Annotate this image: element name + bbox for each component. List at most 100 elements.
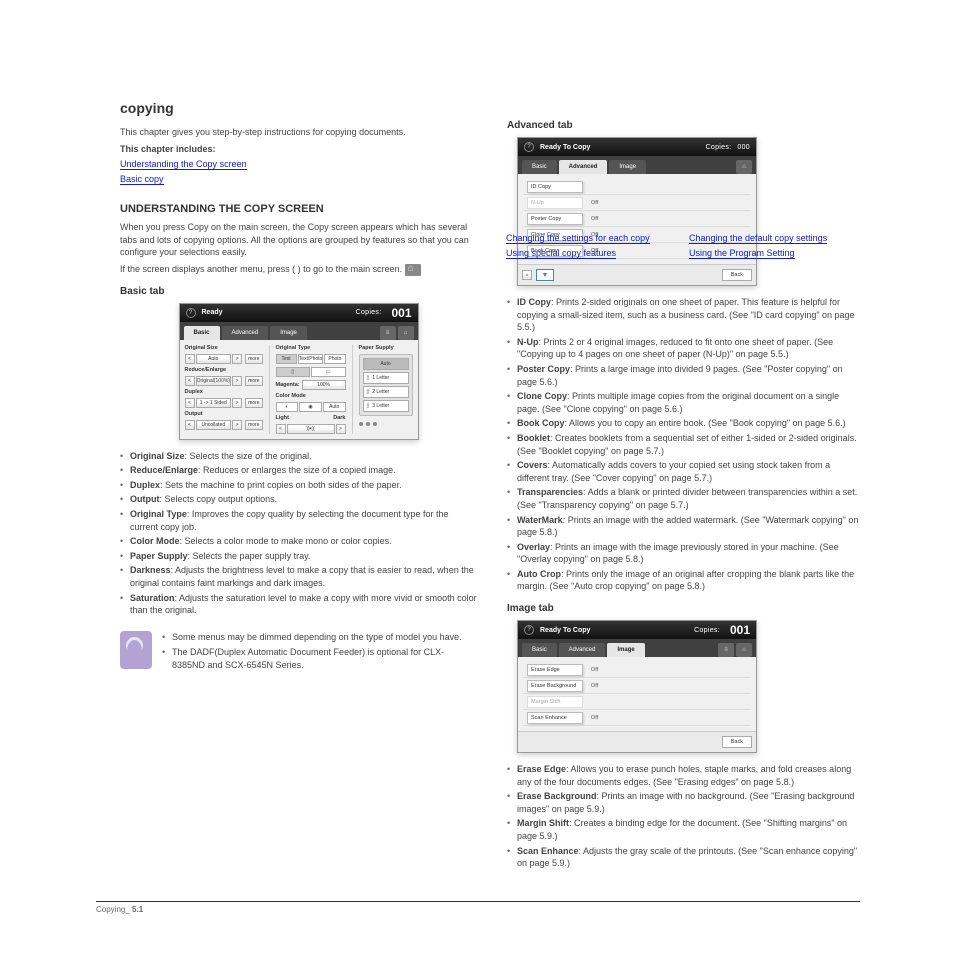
chevron-right-icon[interactable]: > (232, 354, 242, 364)
copies-value: 000 (737, 144, 750, 151)
body-text: If the screen displays another menu, pre… (120, 263, 477, 276)
row-value: Off (587, 216, 598, 222)
row-erase-bg[interactable]: Erase Background (527, 680, 583, 692)
toc-link[interactable]: Using special copy features (506, 248, 616, 259)
label: Original Type (276, 345, 346, 351)
tab-image[interactable]: Image (270, 326, 307, 340)
tab-basic[interactable]: Basic (522, 160, 557, 174)
tab-advanced[interactable]: Advanced (559, 643, 606, 657)
more-button[interactable]: more (245, 398, 262, 408)
toc-link[interactable]: Changing the default copy settings (689, 233, 827, 244)
original-size-value[interactable]: Auto (196, 354, 232, 364)
advanced-tab-panel: ? Ready To Copy Copies: 000 Basic Advanc… (517, 137, 757, 286)
toc-link[interactable]: Changing the settings for each copy (506, 233, 650, 244)
orientation-landscape-icon[interactable]: ▭ (311, 367, 346, 377)
copies-value: 001 (730, 623, 750, 637)
footer-page: 5.1 (132, 905, 143, 914)
seg-photo[interactable]: Photo (324, 354, 345, 364)
paper-tray[interactable]: ▯1 Letter (363, 372, 409, 384)
copies-label: Copies: (694, 627, 720, 634)
label: Color Mode (276, 393, 346, 399)
chevron-right-icon[interactable]: > (232, 376, 242, 386)
tab-image[interactable]: Image (607, 643, 644, 657)
color-auto[interactable]: Auto (323, 402, 346, 412)
color-mono-icon[interactable]: ◐ (276, 402, 299, 412)
more-button[interactable]: more (245, 376, 262, 386)
copies-value: 001 (391, 306, 411, 320)
label: Duplex (185, 389, 263, 395)
chevron-down-icon[interactable]: ▼ (536, 269, 554, 281)
toc-link[interactable]: Understanding the Copy screen (120, 159, 247, 170)
row-id-copy[interactable]: ID Copy (527, 181, 583, 193)
help-icon[interactable]: ? (186, 308, 196, 318)
color-color-icon[interactable]: ◉ (299, 402, 322, 412)
chevron-left-icon[interactable]: < (276, 424, 286, 434)
magenta-value[interactable]: 100% (302, 380, 346, 390)
home-icon[interactable]: ⌂ (398, 326, 414, 340)
label: Paper Supply (359, 345, 413, 351)
tab-advanced[interactable]: Advanced (559, 160, 608, 174)
output-value[interactable]: Uncollated (196, 420, 232, 430)
label: Original Size (185, 345, 263, 351)
back-button[interactable]: Back (722, 269, 752, 281)
copies-label: Copies: (706, 144, 732, 151)
row-poster[interactable]: Poster Copy (527, 213, 583, 225)
row-value: Off (587, 683, 598, 689)
paper-tray[interactable]: ▯2 Letter (363, 386, 409, 398)
darkness-slider[interactable]: ))•(( (287, 424, 335, 434)
toc-link[interactable]: Basic copy (120, 174, 164, 185)
darkness-light-label: Light (276, 415, 289, 421)
help-icon[interactable]: ? (524, 625, 534, 635)
seg-textphoto[interactable]: Text/Photo (298, 354, 324, 364)
label: Output (185, 411, 263, 417)
chevron-right-icon[interactable]: > (336, 424, 346, 434)
chevron-right-icon[interactable]: > (232, 420, 242, 430)
seg-text[interactable]: Text (276, 354, 297, 364)
more-button[interactable]: more (245, 420, 262, 430)
row-value: Off (587, 200, 598, 206)
chapter-includes-label: This chapter includes: (120, 143, 477, 156)
chevron-up-icon: ▲ (522, 270, 532, 280)
row-scan-enhance[interactable]: Scan Enhance (527, 712, 583, 724)
help-icon[interactable]: ? (524, 142, 534, 152)
settings-icon[interactable]: ≡ (718, 643, 734, 657)
advanced-tab-items: ID Copy: Prints 2-sided originals on one… (507, 296, 864, 593)
tab-basic[interactable]: Basic (522, 643, 557, 657)
chevron-left-icon[interactable]: < (185, 354, 195, 364)
chevron-left-icon[interactable]: < (185, 398, 195, 408)
darkness-dark-label: Dark (333, 415, 345, 421)
footer-label: Copying_ (96, 905, 130, 914)
body-text: When you press Copy on the main screen, … (120, 221, 477, 259)
page-footer: Copying_ 5.1 (96, 901, 860, 914)
paper-tray[interactable]: ▯3 Letter (363, 400, 409, 412)
reduce-value[interactable]: Original(100%) (196, 376, 232, 386)
more-button[interactable]: more (245, 354, 262, 364)
chapter-intro: This chapter gives you step-by-step inst… (120, 126, 477, 139)
row-value: Off (587, 667, 598, 673)
magenta-label: Magenta: (276, 382, 300, 388)
row-erase-edge[interactable]: Erase Edge (527, 664, 583, 676)
settings-icon[interactable]: ≡ (380, 326, 396, 340)
chevron-right-icon[interactable]: > (232, 398, 242, 408)
section-title-understanding: UNDERSTANDING THE COPY SCREEN (120, 203, 477, 215)
orientation-portrait-icon[interactable]: ▯ (276, 367, 311, 377)
image-tab-heading: Image tab (507, 603, 864, 614)
image-tab-panel: ? Ready To Copy Copies: 001 Basic Advanc… (517, 620, 757, 753)
back-button[interactable]: Back (722, 736, 752, 748)
chapter-heading: copying (120, 100, 477, 116)
tab-basic[interactable]: Basic (184, 326, 220, 340)
toc-link[interactable]: Using the Program Setting (689, 248, 795, 259)
home-icon[interactable]: ⌂ (736, 160, 752, 174)
row-nup: N-Up (527, 197, 583, 209)
panel-status: Ready To Copy (540, 144, 700, 151)
image-tab-items: Erase Edge: Allows you to erase punch ho… (507, 763, 864, 870)
row-value: Off (587, 715, 598, 721)
tab-advanced[interactable]: Advanced (222, 326, 269, 340)
tab-image[interactable]: Image (609, 160, 646, 174)
chevron-left-icon[interactable]: < (185, 376, 195, 386)
home-icon[interactable]: ⌂ (736, 643, 752, 657)
chevron-left-icon[interactable]: < (185, 420, 195, 430)
row-margin-shift: Margin Shift (527, 696, 583, 708)
duplex-value[interactable]: 1 -> 1 Sided (196, 398, 232, 408)
paper-auto[interactable]: Auto (363, 358, 409, 370)
